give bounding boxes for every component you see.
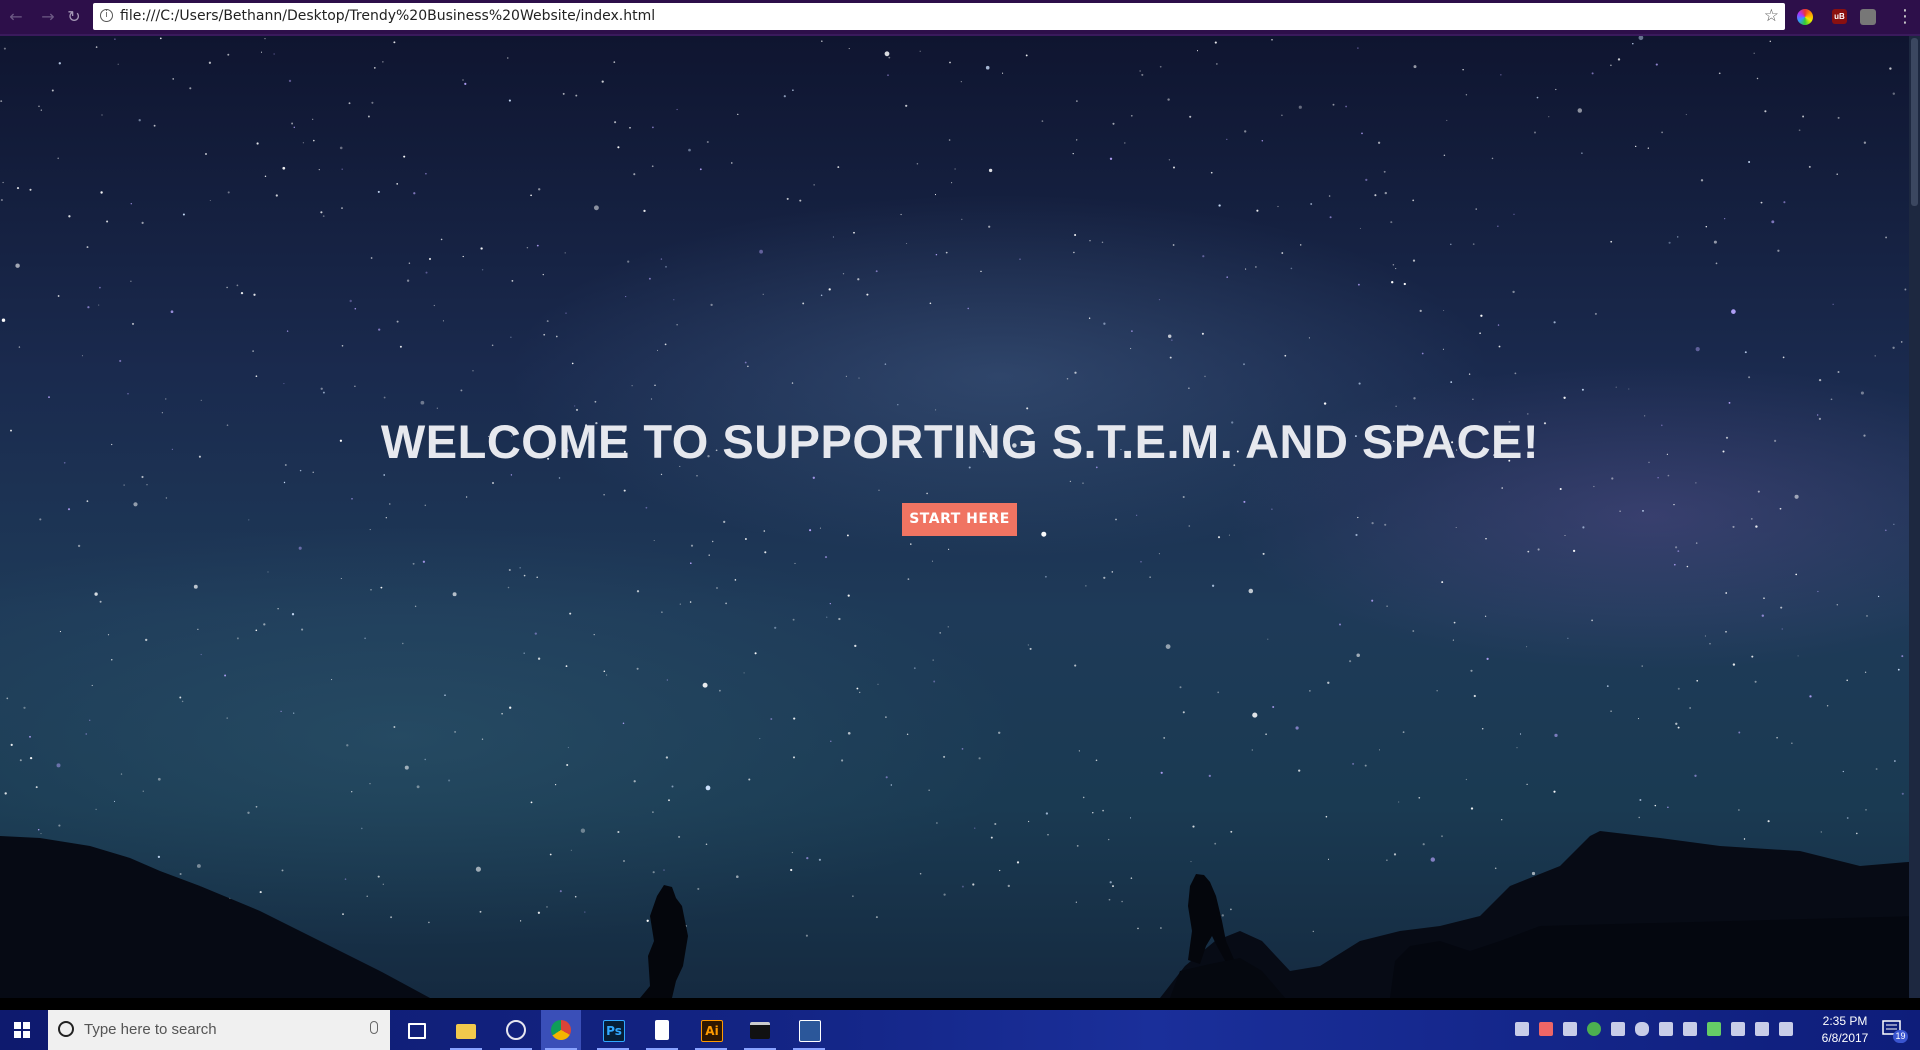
- chrome-button[interactable]: [541, 1010, 581, 1050]
- windows-start-icon[interactable]: [14, 1022, 31, 1039]
- tray-person-icon[interactable]: [1563, 1022, 1577, 1036]
- tray-shield-icon[interactable]: [1659, 1022, 1673, 1036]
- cortana-icon[interactable]: [58, 1021, 74, 1037]
- chrome-icon: [551, 1020, 571, 1040]
- file-explorer-button[interactable]: [446, 1010, 486, 1050]
- info-icon[interactable]: i: [100, 9, 113, 22]
- forward-button[interactable]: →: [38, 7, 58, 27]
- taskbar-search-box[interactable]: Type here to search: [48, 1010, 390, 1050]
- tray-network-icon[interactable]: [1755, 1022, 1769, 1036]
- browser-toolbar: ← → ↻ i file:///C:/Users/Bethann/Desktop…: [0, 0, 1920, 36]
- hero-section: WELCOME TO SUPPORTING S.T.E.M. AND SPACE…: [0, 36, 1920, 998]
- tray-cloud-icon[interactable]: [1635, 1022, 1649, 1036]
- bookmark-star-icon[interactable]: ☆: [1764, 6, 1779, 26]
- photoshop-icon: Ps: [603, 1020, 625, 1042]
- tray-printer-icon[interactable]: [1611, 1022, 1625, 1036]
- hero-title: WELCOME TO SUPPORTING S.T.E.M. AND SPACE…: [380, 415, 1540, 468]
- page-scrollbar[interactable]: [1909, 36, 1920, 998]
- illustrator-button[interactable]: Ai: [691, 1010, 731, 1050]
- browser-menu-icon[interactable]: ⋮: [1896, 7, 1914, 27]
- task-view-button[interactable]: [396, 1010, 436, 1050]
- tray-keyboard-icon[interactable]: [1683, 1022, 1697, 1036]
- notepad-icon: [655, 1020, 669, 1040]
- search-placeholder[interactable]: Type here to search: [84, 1010, 217, 1050]
- start-here-button[interactable]: START HERE: [902, 503, 1017, 536]
- lock-extension-icon[interactable]: [1860, 9, 1876, 25]
- tray-green-icon[interactable]: [1587, 1022, 1601, 1036]
- color-picker-extension-icon[interactable]: [1797, 9, 1813, 25]
- browser-globe-icon: [506, 1020, 526, 1040]
- ublock-extension-icon[interactable]: uB: [1832, 9, 1847, 24]
- windows-taskbar: Type here to search Ps Ai 2:35 PM 6/8/20…: [0, 1010, 1920, 1050]
- address-bar[interactable]: i file:///C:/Users/Bethann/Desktop/Trend…: [93, 3, 1785, 30]
- word-icon: [799, 1020, 821, 1042]
- illustrator-icon: Ai: [701, 1020, 723, 1042]
- tray-battery-icon[interactable]: [1707, 1022, 1721, 1036]
- task-view-icon: [408, 1023, 426, 1039]
- tray-display-icon[interactable]: [1731, 1022, 1745, 1036]
- file-explorer-icon: [456, 1024, 476, 1039]
- taskbar-clock[interactable]: 2:35 PM 6/8/2017: [1812, 1013, 1878, 1047]
- browser-globe-button[interactable]: [496, 1010, 536, 1050]
- word-button[interactable]: [789, 1010, 829, 1050]
- url-text[interactable]: file:///C:/Users/Bethann/Desktop/Trendy%…: [120, 3, 655, 30]
- tray-volume-icon[interactable]: [1779, 1022, 1793, 1036]
- notification-badge: 19: [1893, 1030, 1908, 1043]
- clock-date: 6/8/2017: [1821, 1031, 1869, 1045]
- reload-button[interactable]: ↻: [64, 7, 84, 27]
- tray-app-icon[interactable]: [1539, 1022, 1553, 1036]
- clock-time: 2:35 PM: [1822, 1014, 1868, 1028]
- scrollbar-thumb[interactable]: [1911, 38, 1918, 206]
- notepad-button[interactable]: [642, 1010, 682, 1050]
- terminal-button[interactable]: [740, 1010, 780, 1050]
- back-button[interactable]: ←: [6, 7, 26, 27]
- microphone-icon[interactable]: [370, 1021, 378, 1034]
- photoshop-button[interactable]: Ps: [593, 1010, 633, 1050]
- tray-gear-icon[interactable]: [1515, 1022, 1529, 1036]
- terminal-icon: [750, 1022, 770, 1039]
